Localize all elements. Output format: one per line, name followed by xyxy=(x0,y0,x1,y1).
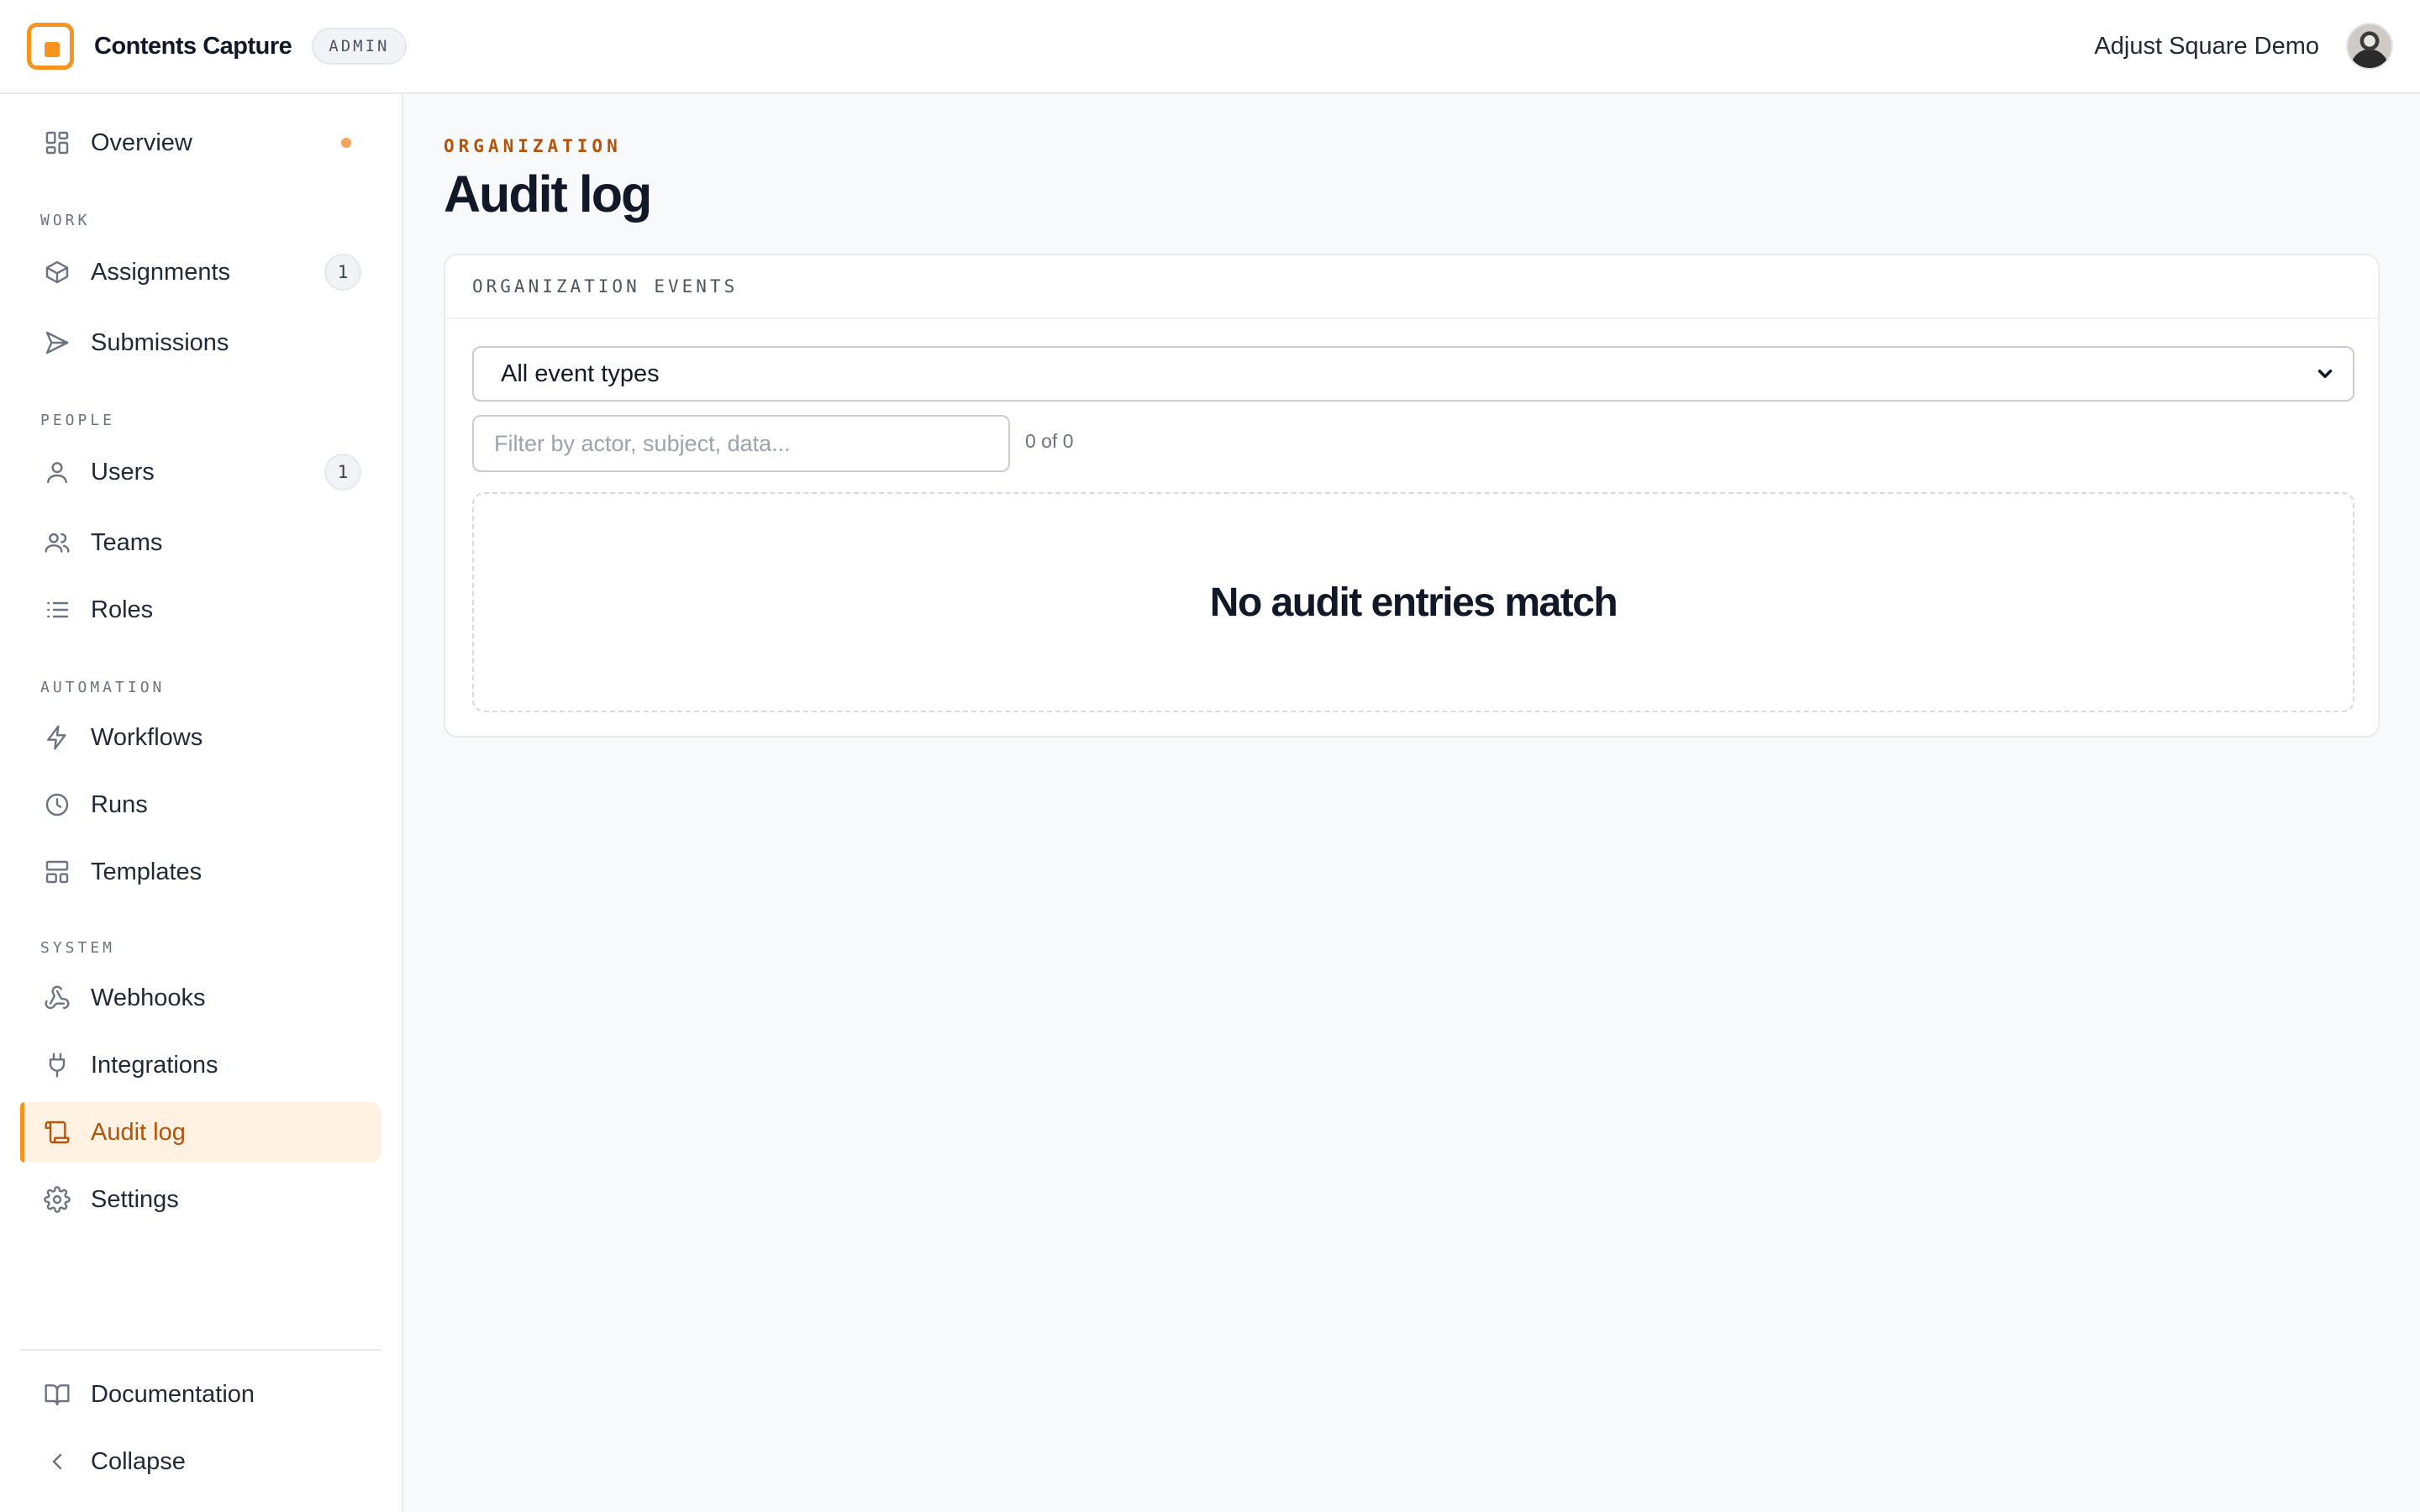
notification-dot xyxy=(341,138,351,148)
sidebar-item-audit-log[interactable]: Audit log xyxy=(20,1102,381,1163)
chevron-down-icon xyxy=(2314,363,2336,385)
sidebar-collapse-button[interactable]: Collapse xyxy=(20,1431,381,1492)
send-icon xyxy=(44,329,71,356)
section-label-automation: AUTOMATION xyxy=(40,679,166,696)
box-icon xyxy=(44,259,71,286)
sidebar-item-label: Integrations xyxy=(91,1051,218,1079)
book-icon xyxy=(44,1381,71,1408)
grid-icon xyxy=(44,129,71,156)
count-badge: 1 xyxy=(324,454,361,491)
sidebar-item-label: Collapse xyxy=(91,1447,186,1475)
sidebar-item-runs[interactable]: Runs xyxy=(20,774,381,835)
sidebar: Overview WORK Assignments 1 Submissions … xyxy=(0,94,403,1512)
event-type-select[interactable]: All event types xyxy=(472,346,2354,402)
sidebar-item-settings[interactable]: Settings xyxy=(20,1169,381,1230)
page-eyebrow: ORGANIZATION xyxy=(444,136,622,156)
sidebar-item-webhooks[interactable]: Webhooks xyxy=(20,968,381,1028)
empty-state: No audit entries match xyxy=(472,492,2354,712)
page-title: Audit log xyxy=(444,165,652,223)
card-heading: ORGANIZATION EVENTS xyxy=(445,255,2378,319)
sidebar-item-templates[interactable]: Templates xyxy=(20,842,381,902)
empty-state-message: No audit entries match xyxy=(1209,580,1618,625)
gear-icon xyxy=(44,1186,71,1213)
webhook-icon xyxy=(44,984,71,1011)
sidebar-item-label: Settings xyxy=(91,1185,179,1213)
event-type-select-value: All event types xyxy=(501,360,660,387)
sidebar-item-roles[interactable]: Roles xyxy=(20,580,381,640)
section-label-system: SYSTEM xyxy=(40,939,116,957)
count-badge: 1 xyxy=(324,254,361,291)
sidebar-item-label: Users xyxy=(91,458,155,486)
result-count: 0 of 0 xyxy=(1025,430,1074,452)
sidebar-item-label: Teams xyxy=(91,528,163,556)
sidebar-item-workflows[interactable]: Workflows xyxy=(20,707,381,768)
sidebar-item-label: Runs xyxy=(91,790,148,818)
plug-icon xyxy=(44,1052,71,1079)
sidebar-item-label: Webhooks xyxy=(91,984,206,1011)
sidebar-item-integrations[interactable]: Integrations xyxy=(20,1035,381,1095)
sidebar-item-label: Roles xyxy=(91,596,154,623)
organization-events-card: ORGANIZATION EVENTS All event types 0 of… xyxy=(444,254,2380,738)
section-label-people: PEOPLE xyxy=(40,412,116,429)
admin-badge: ADMIN xyxy=(312,28,407,65)
sidebar-item-label: Audit log xyxy=(91,1118,186,1146)
bolt-icon xyxy=(44,724,71,751)
app-logo-icon[interactable] xyxy=(27,23,74,70)
sidebar-item-assignments[interactable]: Assignments 1 xyxy=(20,242,381,302)
sidebar-item-label: Documentation xyxy=(91,1380,255,1408)
top-bar: Contents Capture ADMIN Adjust Square Dem… xyxy=(0,0,2420,94)
filter-input[interactable] xyxy=(472,415,1010,472)
list-icon xyxy=(44,596,71,623)
users-icon xyxy=(44,529,71,556)
clock-icon xyxy=(44,791,71,818)
sidebar-item-label: Submissions xyxy=(91,328,229,356)
app-title: Contents Capture xyxy=(94,32,292,60)
sidebar-item-documentation[interactable]: Documentation xyxy=(20,1364,381,1425)
avatar[interactable] xyxy=(2346,23,2393,70)
sidebar-item-label: Overview xyxy=(91,129,192,156)
sidebar-item-label: Workflows xyxy=(91,723,203,751)
account-name[interactable]: Adjust Square Demo xyxy=(2094,33,2319,60)
scroll-icon xyxy=(44,1119,71,1146)
sidebar-item-teams[interactable]: Teams xyxy=(20,512,381,573)
chevron-left-icon xyxy=(44,1448,71,1475)
sidebar-item-overview[interactable]: Overview xyxy=(20,113,381,173)
sidebar-item-label: Assignments xyxy=(91,258,231,286)
sidebar-item-submissions[interactable]: Submissions xyxy=(20,312,381,373)
sidebar-divider xyxy=(20,1349,381,1351)
sidebar-item-users[interactable]: Users 1 xyxy=(20,442,381,502)
sidebar-item-label: Templates xyxy=(91,858,203,885)
user-icon xyxy=(44,459,71,486)
layout-icon xyxy=(44,858,71,885)
section-label-work: WORK xyxy=(40,212,91,229)
